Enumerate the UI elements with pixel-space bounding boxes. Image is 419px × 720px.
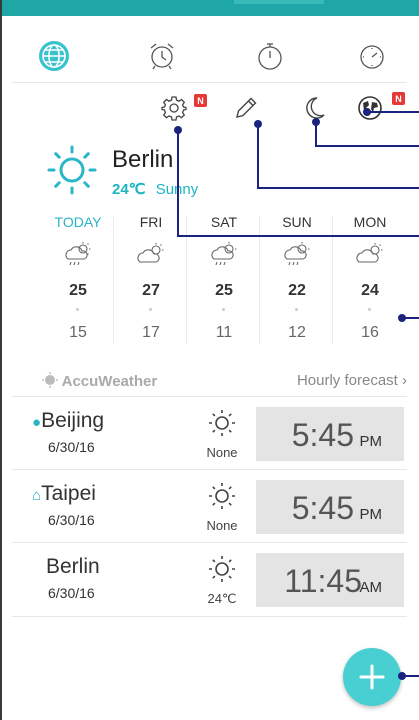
- forecast-day-name: SAT: [210, 214, 238, 230]
- city-date: 6/30/16: [48, 585, 95, 601]
- cloud-rain-sun-icon: [284, 242, 310, 266]
- tab-world-clock[interactable]: [34, 36, 74, 76]
- city-date: 6/30/16: [48, 512, 95, 528]
- forecast-high: 25: [69, 282, 87, 299]
- pencil-icon: [236, 97, 257, 118]
- current-city-name: Berlin: [112, 146, 174, 173]
- city-weather: 24℃: [207, 591, 237, 606]
- city-ampm: PM: [359, 506, 383, 523]
- forecast-high: 22: [288, 282, 306, 299]
- world-map-icon: [358, 96, 382, 120]
- current-conditions: 24℃ Sunny: [112, 180, 198, 198]
- world-map-button[interactable]: N: [354, 92, 405, 124]
- city-row[interactable]: ⌂Taipei 6/30/16 None 5:45 PM: [12, 469, 407, 543]
- current-condition: Sunny: [155, 181, 199, 198]
- forecast-day: FRI 27 17: [115, 212, 187, 350]
- globe-icon: [39, 41, 69, 71]
- city-clock: 11:45 AM: [256, 553, 404, 607]
- forecast-day-name: FRI: [139, 214, 163, 230]
- night-mode-button[interactable]: [298, 92, 330, 124]
- timer-icon: [360, 45, 384, 69]
- forecast-day: SUN 22 12: [261, 212, 333, 350]
- accuweather-label: AccuWeather: [61, 373, 158, 390]
- cloud-sun-icon: [137, 243, 164, 263]
- city-name: ⌂Taipei: [32, 482, 96, 505]
- forecast-day: TODAY 25 15: [42, 212, 114, 350]
- city-clock: 5:45 PM: [256, 407, 404, 461]
- action-bar: N N: [2, 92, 419, 128]
- forecast-high: 27: [142, 282, 160, 299]
- edit-button[interactable]: [230, 92, 262, 124]
- plus-icon: [359, 664, 385, 690]
- sun-icon: [47, 145, 97, 195]
- tab-timer[interactable]: [352, 36, 392, 76]
- location-pin-icon: ●: [32, 414, 42, 431]
- forecast-low: 16: [361, 324, 379, 341]
- city-ampm: PM: [359, 433, 383, 450]
- gear-icon: [161, 96, 187, 121]
- stopwatch-icon: [258, 43, 282, 70]
- current-weather: Berlin 24℃ Sunny: [46, 140, 286, 202]
- forecast-strip[interactable]: TODAY 25 15 FRI 27 17 SAT 25 11 SUN 22 1…: [42, 212, 407, 350]
- home-icon: ⌂: [32, 487, 42, 504]
- forecast-day-name: MON: [353, 214, 387, 230]
- sun-icon: [209, 483, 235, 509]
- forecast-low: 17: [142, 324, 160, 341]
- alarm-clock-icon: [150, 43, 174, 70]
- city-time: 5:45: [291, 490, 354, 526]
- city-date: 6/30/16: [48, 439, 95, 455]
- tab-alarm[interactable]: [142, 36, 182, 76]
- city-name: ●Beijing: [32, 409, 105, 432]
- settings-button[interactable]: N: [158, 92, 207, 124]
- forecast-low: 12: [288, 324, 306, 341]
- city-ampm: AM: [359, 579, 383, 596]
- city-time: 11:45: [284, 563, 362, 599]
- forecast-high: 24: [361, 282, 379, 299]
- app-frame: N N Berlin 24℃ Sunny TODAY 25 15 FRI 27 …: [0, 0, 419, 720]
- add-city-button[interactable]: [343, 648, 401, 706]
- cloud-sun-icon: [356, 243, 383, 263]
- current-temperature: 24℃: [112, 181, 146, 198]
- new-badge: N: [194, 94, 207, 107]
- city-time: 5:45: [291, 417, 354, 453]
- forecast-low: 15: [69, 324, 87, 341]
- forecast-low: 11: [215, 324, 233, 341]
- forecast-day-name: TODAY: [54, 214, 102, 230]
- accuweather-sun-icon: [42, 372, 58, 388]
- hourly-forecast-label: Hourly forecast: [296, 372, 398, 389]
- cloud-rain-sun-icon: [211, 242, 237, 266]
- city-weather: None: [206, 518, 238, 533]
- accuweather-logo[interactable]: AccuWeather: [42, 372, 157, 390]
- forecast-day: SAT 25 11: [188, 212, 260, 350]
- forecast-high: 25: [215, 282, 233, 299]
- sun-icon: [209, 556, 235, 582]
- hourly-forecast-link[interactable]: Hourly forecast ›: [297, 372, 407, 389]
- sun-icon: [209, 410, 235, 436]
- moon-icon: [306, 97, 325, 119]
- tab-bar: [12, 30, 407, 83]
- city-weather: None: [206, 445, 238, 460]
- forecast-day-name: SUN: [282, 214, 312, 230]
- tab-stopwatch[interactable]: [250, 36, 290, 76]
- forecast-day: MON 24 16: [334, 212, 406, 350]
- attribution-row: AccuWeather Hourly forecast ›: [42, 372, 407, 392]
- city-row[interactable]: ●Beijing 6/30/16 None 5:45 PM: [12, 396, 407, 470]
- city-name: Berlin: [46, 555, 100, 578]
- chevron-right-icon: ›: [402, 372, 407, 389]
- city-clock: 5:45 PM: [256, 480, 404, 534]
- status-bar: [2, 0, 419, 16]
- new-badge: N: [392, 92, 405, 105]
- city-row[interactable]: Berlin 6/30/16 24℃ 11:45 AM: [12, 542, 407, 617]
- cloud-rain-sun-icon: [65, 242, 91, 266]
